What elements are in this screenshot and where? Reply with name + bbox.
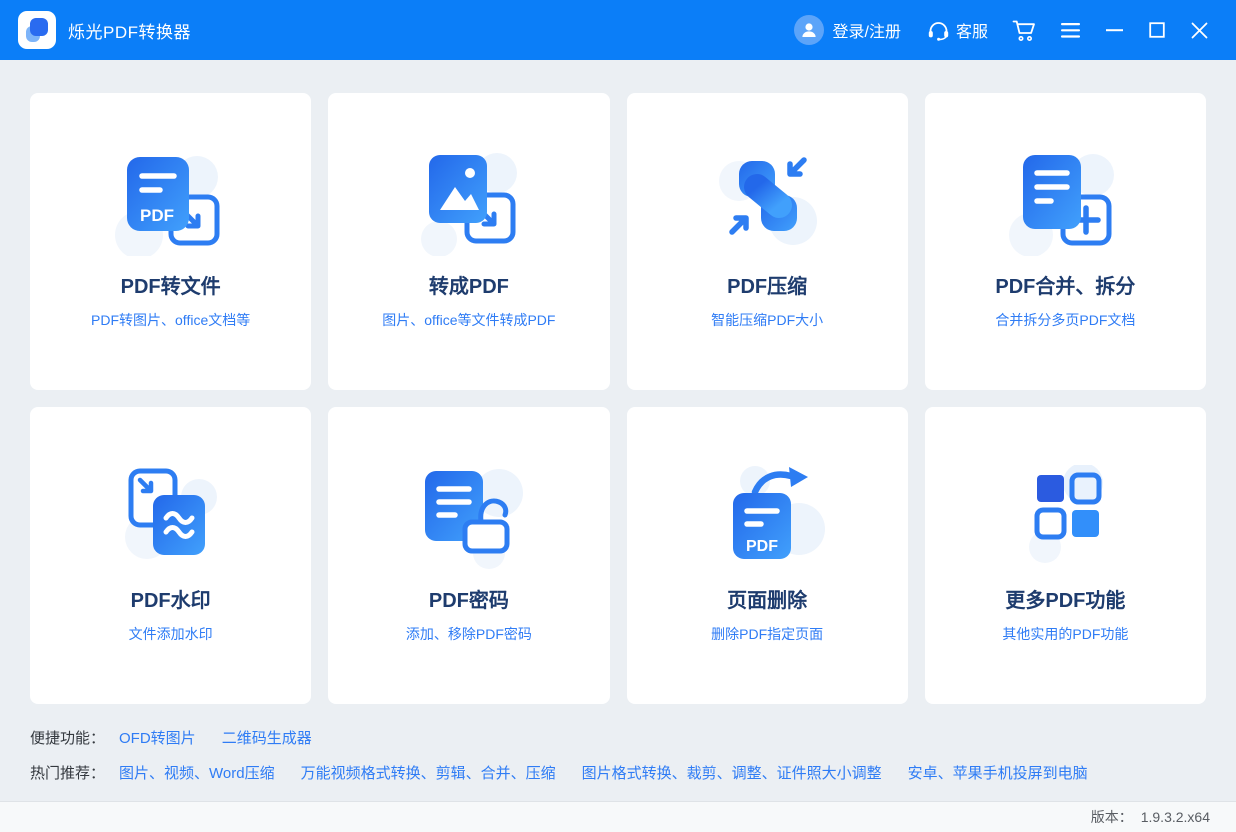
to-pdf-icon [420, 153, 517, 256]
card-subtitle: 删除PDF指定页面 [711, 626, 824, 642]
card-subtitle: PDF转图片、office文档等 [91, 312, 251, 328]
cart-icon [1012, 20, 1035, 41]
close-icon [1191, 22, 1208, 38]
card-title: PDF合并、拆分 [995, 276, 1136, 298]
link-phone-screen-cast[interactable]: 安卓、苹果手机投屏到电脑 [908, 762, 1088, 783]
card-page-delete[interactable]: PDF 页面删除 删除PDF指定页面 [626, 407, 908, 704]
card-pdf-to-file[interactable]: PDF PDF转文件 PDF转图片、office文档等 [30, 93, 312, 390]
avatar-user-icon[interactable] [793, 15, 824, 45]
customer-service-label: 客服 [955, 24, 988, 41]
link-image-tools[interactable]: 图片格式转换、裁剪、调整、证件照大小调整 [582, 762, 882, 783]
card-pdf-password[interactable]: PDF密码 添加、移除PDF密码 [328, 407, 610, 704]
card-subtitle: 文件添加水印 [128, 626, 213, 642]
card-title: PDF转文件 [120, 276, 221, 298]
card-pdf-compress[interactable]: PDF压缩 智能压缩PDF大小 [626, 93, 908, 390]
pdf-compress-icon [719, 157, 818, 245]
login-register-button[interactable]: 登录/注册 [833, 18, 901, 42]
customer-service-button[interactable]: 客服 [927, 18, 988, 42]
maximize-icon [1149, 22, 1165, 38]
card-title: PDF密码 [428, 590, 509, 612]
card-to-pdf[interactable]: 转成PDF 图片、office等文件转成PDF [328, 93, 610, 390]
version-value: 1.9.3.2.x64 [1140, 809, 1210, 825]
card-subtitle: 其他实用的PDF功能 [1002, 626, 1129, 642]
minimize-icon [1106, 29, 1123, 32]
card-title: 转成PDF [428, 276, 509, 298]
svg-text:PDF: PDF [140, 206, 174, 225]
cart-button[interactable] [1012, 19, 1037, 42]
quick-features-label: 便捷功能： [30, 730, 106, 747]
svg-text:PDF: PDF [746, 538, 778, 555]
card-subtitle: 图片、office等文件转成PDF [382, 312, 556, 328]
card-pdf-watermark[interactable]: PDF水印 文件添加水印 [30, 407, 312, 704]
link-video-tools[interactable]: 万能视频格式转换、剪辑、合并、压缩 [301, 762, 556, 783]
link-image-video-word-compress[interactable]: 图片、视频、Word压缩 [119, 762, 275, 783]
menu-button[interactable] [1061, 22, 1080, 38]
maximize-button[interactable] [1149, 22, 1165, 38]
pdf-to-file-icon: PDF [114, 156, 220, 256]
app-logo-p-icon [18, 11, 56, 49]
menu-icon [1061, 22, 1080, 38]
version-label: 版本： [1090, 809, 1133, 825]
card-more-functions[interactable]: 更多PDF功能 其他实用的PDF功能 [924, 407, 1206, 704]
quick-features-row: 便捷功能： OFD转图片 二维码生成器 [30, 727, 1236, 748]
card-pdf-merge-split[interactable]: PDF合并、拆分 合并拆分多页PDF文档 [924, 93, 1206, 390]
pdf-password-icon [424, 469, 523, 569]
main-content: PDF PDF转文件 PDF转图片、office文档等 转成PDF 图片、off… [0, 60, 1236, 704]
card-subtitle: 合并拆分多页PDF文档 [995, 312, 1136, 328]
hot-recommendations-row: 热门推荐： 图片、视频、Word压缩 万能视频格式转换、剪辑、合并、压缩 图片格… [30, 762, 1236, 783]
card-title: 页面删除 [727, 590, 808, 612]
card-subtitle: 添加、移除PDF密码 [405, 626, 532, 642]
close-button[interactable] [1191, 22, 1208, 39]
title-bar: 烁光PDF转换器 登录/注册 客服 [0, 0, 1236, 60]
link-ofd-to-image[interactable]: OFD转图片 [119, 727, 196, 748]
link-qrcode-generator[interactable]: 二维码生成器 [222, 727, 312, 748]
pdf-merge-split-icon [1009, 154, 1115, 256]
card-subtitle: 智能压缩PDF大小 [711, 312, 824, 328]
page-delete-icon: PDF [733, 466, 826, 559]
card-title: PDF压缩 [727, 276, 808, 298]
more-functions-icon [1029, 465, 1104, 563]
minimize-button[interactable] [1106, 22, 1123, 38]
hot-recommendations-label: 热门推荐： [30, 765, 106, 782]
feature-card-grid: PDF PDF转文件 PDF转图片、office文档等 转成PDF 图片、off… [30, 93, 1206, 704]
pdf-watermark-icon [124, 468, 217, 559]
card-title: 更多PDF功能 [1005, 590, 1126, 612]
app-title: 烁光PDF转换器 [68, 22, 191, 42]
card-title: PDF水印 [130, 590, 211, 612]
status-bar: 版本： 1.9.3.2.x64 [0, 801, 1236, 832]
headset-icon [928, 21, 949, 41]
